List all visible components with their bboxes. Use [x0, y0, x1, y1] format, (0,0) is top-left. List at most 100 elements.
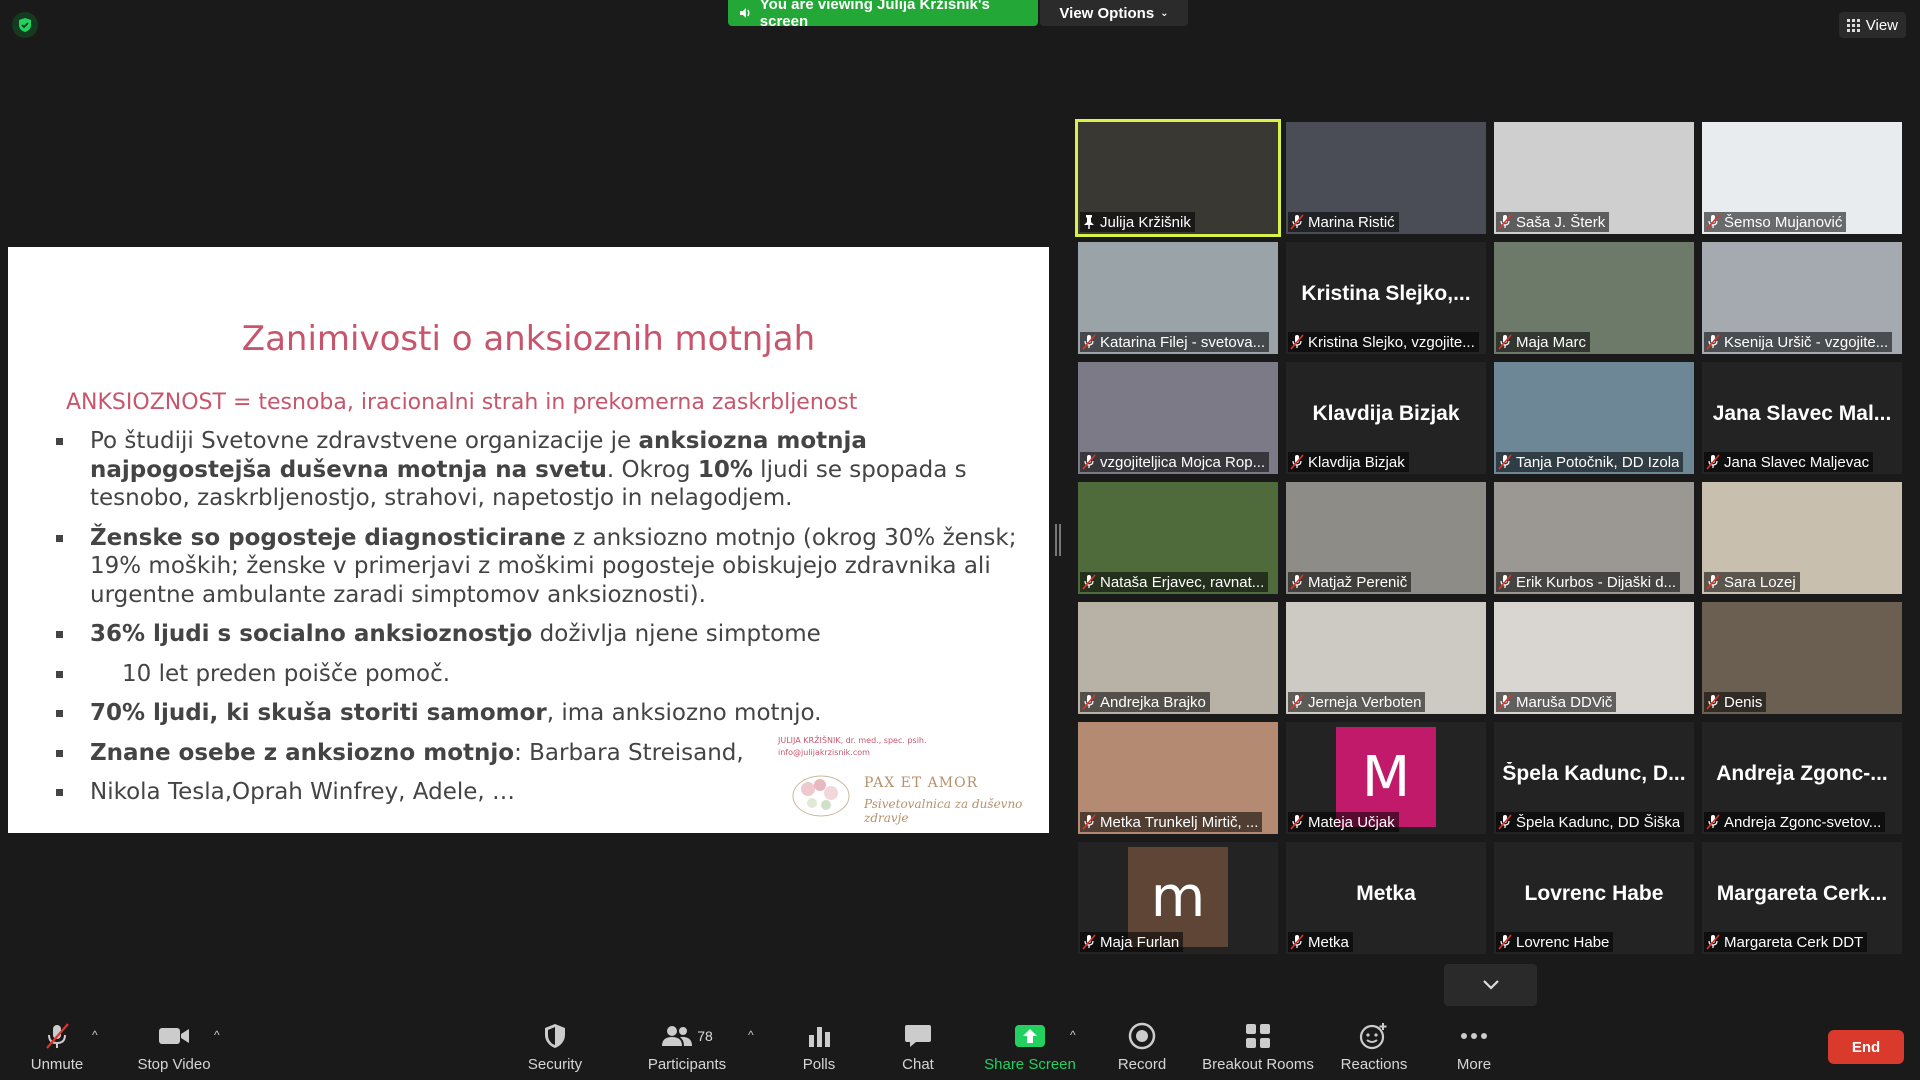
audio-options-caret[interactable]: ^: [92, 1028, 98, 1042]
muted-mic-icon: [1706, 334, 1720, 350]
participant-tile[interactable]: Kristina Slejko,... Kristina Slejko, vzgo…: [1286, 242, 1486, 354]
share-options-caret[interactable]: ^: [1070, 1028, 1076, 1042]
participant-name-label: Margareta Cerk DDT: [1704, 932, 1868, 952]
participant-name: Tanja Potočnik, DD Izola: [1516, 453, 1680, 471]
participant-tile[interactable]: Lovrenc Habe Lovrenc Habe: [1494, 842, 1694, 954]
muted-mic-icon: [1290, 694, 1304, 710]
participant-tile[interactable]: Tanja Potočnik, DD Izola: [1494, 362, 1694, 474]
muted-mic-icon: [1082, 334, 1096, 350]
breakout-rooms-button[interactable]: Breakout Rooms: [1202, 1020, 1314, 1078]
more-button[interactable]: More: [1419, 1020, 1529, 1078]
participant-tile[interactable]: Saša J. Šterk: [1494, 122, 1694, 234]
polls-icon: [809, 1027, 830, 1047]
security-shield-icon[interactable]: [12, 12, 38, 38]
participant-tile[interactable]: Maruša DDVič: [1494, 602, 1694, 714]
stop-video-button[interactable]: Stop Video: [119, 1020, 229, 1078]
participant-name: Klavdija Bizjak: [1308, 453, 1405, 471]
participant-name-label: Tanja Potočnik, DD Izola: [1496, 452, 1684, 472]
participant-tile[interactable]: Maja Marc: [1494, 242, 1694, 354]
muted-mic-icon: [1706, 574, 1720, 590]
participant-tile[interactable]: Marina Ristić: [1286, 122, 1486, 234]
pin-icon: [1084, 215, 1094, 229]
participant-name-label: Šemso Mujanović: [1704, 212, 1847, 232]
participant-tile[interactable]: Andreja Zgonc-... Andreja Zgonc-svetov...: [1702, 722, 1902, 834]
share-screen-button[interactable]: Share Screen: [975, 1020, 1085, 1078]
participants-options-caret[interactable]: ^: [748, 1028, 754, 1042]
participant-name: vzgojiteljica Mojca Rop...: [1100, 453, 1266, 471]
slide-bullet: 70% ljudi, ki skuša storiti samomor, ima…: [48, 699, 1028, 728]
participant-display-name: Jana Slavec Mal...: [1712, 402, 1892, 425]
view-options-button[interactable]: View Options ⌄: [1040, 0, 1188, 26]
participant-tile[interactable]: Erik Kurbos - Dijaški d...: [1494, 482, 1694, 594]
gallery-view-button[interactable]: View: [1838, 12, 1906, 38]
gallery-next-page-button[interactable]: [1444, 964, 1537, 1006]
participant-name-label: Metka Trunkelj Mirtič, ...: [1080, 812, 1263, 832]
participant-name: Margareta Cerk DDT: [1724, 933, 1864, 951]
participant-tile[interactable]: m Maja Furlan: [1078, 842, 1278, 954]
participant-tile[interactable]: Metka Trunkelj Mirtič, ...: [1078, 722, 1278, 834]
video-camera-icon: [159, 1028, 189, 1044]
muted-mic-icon: [1082, 454, 1096, 470]
participant-name-label: Klavdija Bizjak: [1288, 452, 1409, 472]
participant-name-label: Špela Kadunc, DD Šiška: [1496, 812, 1685, 832]
end-meeting-button[interactable]: End: [1828, 1030, 1904, 1064]
record-button[interactable]: Record: [1087, 1020, 1197, 1078]
participant-name: Metka: [1308, 933, 1349, 951]
screen-share-banner-text: You are viewing Julija Kržišnik's screen: [759, 0, 990, 30]
muted-mic-icon: [1706, 214, 1720, 230]
participants-button[interactable]: 78 Participants: [632, 1020, 742, 1078]
record-icon: [1128, 1022, 1156, 1050]
participant-tile[interactable]: Katarina Filej - svetova...: [1078, 242, 1278, 354]
participant-name-label: Kristina Slejko, vzgojite...: [1288, 332, 1479, 352]
grid-icon: [1846, 18, 1860, 32]
security-button[interactable]: Security: [500, 1020, 610, 1078]
participant-name-label: Saša J. Šterk: [1496, 212, 1610, 232]
participant-tile[interactable]: Špela Kadunc, D... Špela Kadunc, DD Šiška: [1494, 722, 1694, 834]
muted-mic-icon: [1498, 814, 1512, 830]
chat-button[interactable]: Chat: [863, 1020, 973, 1078]
screen-share-banner: You are viewing Julija Kržišnik's screen: [728, 0, 1038, 30]
participant-name: Šemso Mujanović: [1724, 213, 1843, 231]
slide-subtitle: ANKSIOZNOST = tesnoba, iracionalni strah…: [66, 390, 858, 415]
participant-tile[interactable]: Julija Kržišnik: [1075, 119, 1281, 237]
participant-name: Ksenija Uršič - vzgojite...: [1724, 333, 1889, 351]
participant-tile[interactable]: Matjaž Perenič: [1286, 482, 1486, 594]
panel-resize-handle[interactable]: [1055, 524, 1061, 556]
participant-tile[interactable]: Jerneja Verboten: [1286, 602, 1486, 714]
participant-tile[interactable]: Ksenija Uršič - vzgojite...: [1702, 242, 1902, 354]
reactions-button[interactable]: Reactions: [1319, 1020, 1429, 1078]
slide-bullet: 10 let preden poišče pomoč.: [48, 660, 1028, 689]
participant-name-label: Julija Kržišnik: [1080, 212, 1195, 232]
participant-name-label: Jerneja Verboten: [1288, 692, 1426, 712]
participant-tile[interactable]: Margareta Cerk... Margareta Cerk DDT: [1702, 842, 1902, 954]
participants-label: Participants: [647, 1056, 727, 1073]
muted-mic-icon: [46, 1023, 69, 1049]
participant-tile[interactable]: Sara Lozej: [1702, 482, 1902, 594]
participant-tile[interactable]: Andrejka Brajko: [1078, 602, 1278, 714]
participant-tile[interactable]: Metka Metka: [1286, 842, 1486, 954]
bullet-marker: [56, 710, 63, 717]
logo-subtitle: Psivetovalnica za duševno zdravje: [864, 797, 1023, 825]
video-options-caret[interactable]: ^: [214, 1028, 220, 1042]
slide-bullet: Po študiji Svetovne zdravstvene organiza…: [48, 427, 1028, 513]
muted-mic-icon: [1290, 934, 1304, 950]
participant-tile[interactable]: M Mateja Učjak: [1286, 722, 1486, 834]
participant-tile[interactable]: Nataša Erjavec, ravnat...: [1078, 482, 1278, 594]
participant-tile[interactable]: Denis: [1702, 602, 1902, 714]
participant-name: Špela Kadunc, DD Šiška: [1516, 813, 1681, 831]
participant-tile[interactable]: Jana Slavec Mal... Jana Slavec Maljevac: [1702, 362, 1902, 474]
chat-label: Chat: [902, 1056, 934, 1073]
participant-tile[interactable]: vzgojiteljica Mojca Rop...: [1078, 362, 1278, 474]
participant-tile[interactable]: Šemso Mujanović: [1702, 122, 1902, 234]
muted-mic-icon: [1498, 454, 1512, 470]
participant-display-name: Klavdija Bizjak: [1312, 402, 1460, 425]
shared-screen-slide: Zanimivosti o anksioznih motnjah ANKSIOZ…: [8, 247, 1049, 833]
reactions-label: Reactions: [1340, 1056, 1408, 1073]
participant-count: 78: [697, 1028, 713, 1044]
muted-mic-icon: [1290, 334, 1304, 350]
participants-icon: [662, 1026, 693, 1046]
participant-tile[interactable]: Klavdija Bizjak Klavdija Bizjak: [1286, 362, 1486, 474]
slide-bullet: Ženske so pogosteje diagnosticirane z an…: [48, 524, 1028, 610]
polls-button[interactable]: Polls: [764, 1020, 874, 1078]
muted-mic-icon: [1290, 214, 1304, 230]
